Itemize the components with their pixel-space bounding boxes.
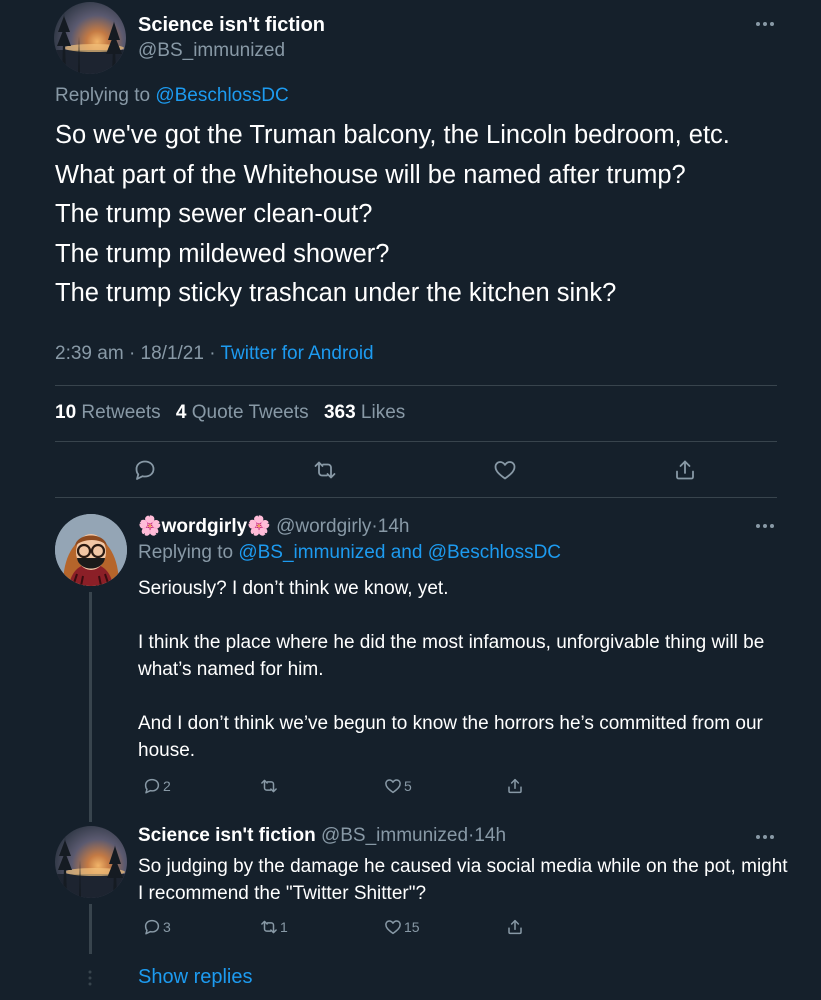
vertical-dots-icon xyxy=(88,970,92,986)
reply-paragraph: I think the place where he did the most … xyxy=(138,632,765,680)
replying-to-link[interactable]: @BeschlossDC xyxy=(155,85,288,106)
reply-paragraph: So judging by the damage he caused via s… xyxy=(138,856,788,904)
thread-line xyxy=(89,904,92,954)
reply-paragraph: And I don’t think we’ve begun to know th… xyxy=(138,713,763,761)
reply-header: Science isn't fiction @BS_immunized·14h xyxy=(138,825,506,847)
share-action[interactable] xyxy=(506,777,526,795)
more-options-icon[interactable] xyxy=(754,20,776,28)
more-options-icon[interactable] xyxy=(754,833,776,841)
reply-count: 3 xyxy=(163,919,171,935)
likes-count: 363 xyxy=(323,402,356,423)
author-name[interactable]: Science isn't fiction xyxy=(138,14,325,37)
quotes-count: 4 xyxy=(175,402,187,423)
divider xyxy=(55,385,777,386)
reply-text: Seriously? I don’t think we know, yet. I… xyxy=(138,575,788,764)
like-icon xyxy=(385,779,401,794)
more-options-icon[interactable] xyxy=(754,522,776,530)
reply-header: 🌸wordgirly🌸 @wordgirly·14h xyxy=(138,514,409,538)
reply-age[interactable]: 14h xyxy=(474,825,506,846)
share-icon[interactable] xyxy=(673,458,697,482)
share-icon xyxy=(508,778,522,794)
like-count: 5 xyxy=(404,778,412,794)
reply-count: 2 xyxy=(163,778,171,794)
show-replies-link[interactable]: Show replies xyxy=(138,966,253,989)
tweet-text: So we've got the Truman balcony, the Lin… xyxy=(55,116,795,314)
tweet-line: The trump sticky trashcan under the kitc… xyxy=(55,279,617,307)
reply-icon xyxy=(144,919,160,935)
reply-paragraph: Seriously? I don’t think we know, yet. xyxy=(138,578,449,599)
tweet-line: The trump mildewed shower? xyxy=(55,239,390,268)
retweets-label: Retweets xyxy=(81,402,161,423)
likes-label: Likes xyxy=(360,402,406,423)
likes-stat[interactable]: 363 Likes xyxy=(324,402,405,423)
retweets-count: 10 xyxy=(55,402,77,423)
tweet-stats: 10 Retweets 4 Quote Tweets 363 Likes xyxy=(55,402,405,424)
replying-prefix: Replying to xyxy=(138,542,234,563)
author-avatar[interactable] xyxy=(54,2,126,74)
reply-icon xyxy=(144,778,160,794)
tweet-line: So we've got the Truman balcony, the Lin… xyxy=(55,121,730,149)
separator-dot: · xyxy=(128,343,141,364)
replying-and: and xyxy=(390,542,423,563)
reply-icon[interactable] xyxy=(133,458,157,482)
reply-author-name[interactable]: 🌸wordgirly🌸 xyxy=(138,516,271,537)
retweet-icon[interactable] xyxy=(313,458,337,482)
share-action[interactable] xyxy=(506,918,526,936)
tweet-line: The trump sewer clean-out? xyxy=(55,200,373,228)
replying-prefix: Replying to xyxy=(55,85,151,106)
reply-author-handle[interactable]: @BS_immunized xyxy=(321,825,468,846)
tweet-meta: 2:39 am · 18/1/21 · Twitter for Android xyxy=(55,343,374,365)
divider xyxy=(55,497,777,498)
tweet-source[interactable]: Twitter for Android xyxy=(221,343,374,364)
reply-age[interactable]: 14h xyxy=(378,516,410,537)
share-icon xyxy=(508,919,522,935)
reply-author-name[interactable]: Science isn't fiction xyxy=(138,825,316,846)
replying-to: Replying to @BS_immunized and @Beschloss… xyxy=(138,542,561,564)
reply-avatar[interactable] xyxy=(55,826,127,898)
like-count: 15 xyxy=(404,919,420,935)
thread-line xyxy=(89,592,92,822)
quotes-stat[interactable]: 4 Quote Tweets xyxy=(176,402,309,423)
like-icon[interactable] xyxy=(493,458,517,482)
retweet-icon xyxy=(261,779,277,793)
reply-author-handle[interactable]: @wordgirly xyxy=(276,516,371,537)
replying-to: Replying to @BeschlossDC xyxy=(55,85,289,107)
divider xyxy=(55,441,777,442)
retweet-action[interactable] xyxy=(260,777,280,795)
like-icon xyxy=(385,920,401,935)
author-handle[interactable]: @BS_immunized xyxy=(138,40,285,62)
reply-action[interactable]: 2 xyxy=(143,777,171,795)
retweet-count: 1 xyxy=(280,919,288,935)
tweet-line: What part of the Whitehouse will be name… xyxy=(55,160,686,189)
like-action[interactable]: 5 xyxy=(384,777,412,795)
reply-action[interactable]: 3 xyxy=(143,918,171,936)
separator-dot: · xyxy=(209,343,221,364)
retweets-stat[interactable]: 10 Retweets xyxy=(55,402,161,423)
reply-text: So judging by the damage he caused via s… xyxy=(138,853,798,907)
replying-to-link[interactable]: @BeschlossDC xyxy=(428,542,561,563)
quotes-label: Quote Tweets xyxy=(191,402,309,423)
replying-to-link[interactable]: @BS_immunized xyxy=(238,542,385,563)
retweet-icon xyxy=(261,920,277,934)
tweet-date[interactable]: 18/1/21 xyxy=(141,343,204,364)
tweet-time[interactable]: 2:39 am xyxy=(55,343,124,364)
reply-avatar[interactable] xyxy=(55,514,127,586)
like-action[interactable]: 15 xyxy=(384,918,420,936)
retweet-action[interactable]: 1 xyxy=(260,918,288,936)
